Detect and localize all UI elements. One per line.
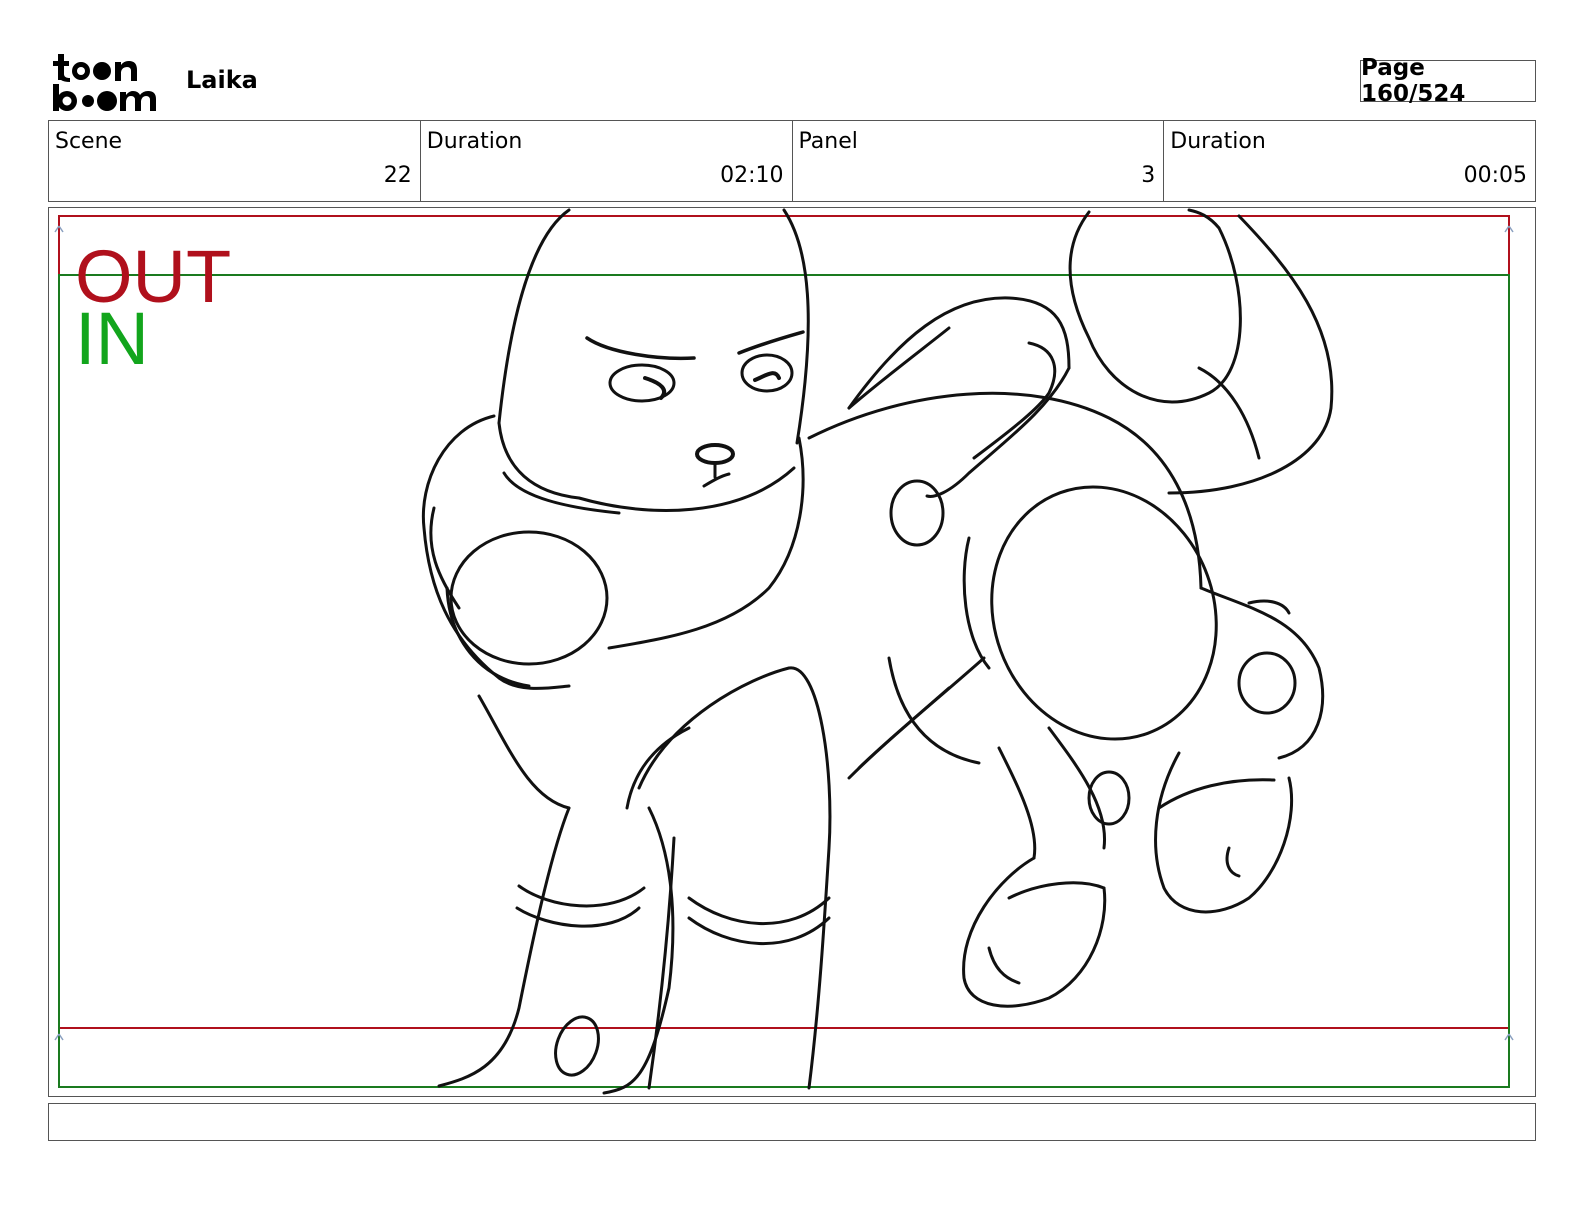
scene-label: Scene	[55, 129, 123, 154]
panel-value: 3	[1141, 163, 1156, 188]
panel-artwork	[54, 208, 1514, 1095]
panel-label: Panel	[798, 129, 858, 154]
panel-info-table: Scene 22 Duration 02:10 Panel 3 Duration…	[48, 120, 1536, 202]
scene-duration-label: Duration	[426, 129, 523, 154]
scene-cell: Scene 22	[49, 121, 421, 201]
page-indicator: Page 160/524	[1360, 55, 1536, 107]
toon-boom-logo	[53, 54, 156, 111]
scene-value: 22	[383, 163, 412, 188]
panel-duration-value: 00:05	[1463, 163, 1527, 188]
panel-cell: Panel 3	[793, 121, 1165, 201]
scene-duration-cell: Duration 02:10	[421, 121, 793, 201]
panel-notes-box	[48, 1103, 1536, 1141]
scene-duration-value: 02:10	[720, 163, 784, 188]
storyboard-panel: OUT IN	[48, 207, 1536, 1097]
in-frame-label: IN	[75, 297, 149, 380]
in-frame-guide	[58, 274, 1510, 1088]
robot-dog-sketch	[421, 208, 1334, 1095]
panel-duration-label: Duration	[1170, 129, 1266, 154]
panel-duration-cell: Duration 00:05	[1164, 121, 1535, 201]
project-title: Laika	[186, 66, 258, 94]
